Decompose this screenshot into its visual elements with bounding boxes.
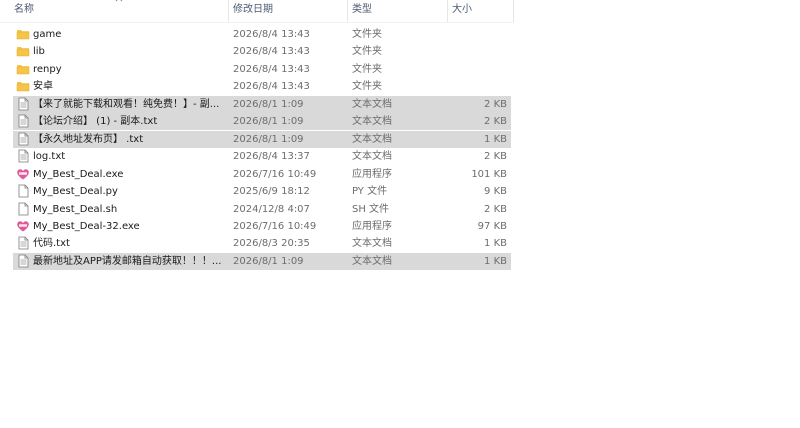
file-type: 文件夹 bbox=[352, 63, 382, 75]
text-file-icon bbox=[16, 236, 32, 252]
folder-icon bbox=[16, 44, 32, 60]
file-row[interactable]: My_Best_Deal.exe 2026/7/16 10:49 应用程序 101 K… bbox=[13, 166, 511, 183]
column-header-bar: 名称 修改日期 类型 大小 bbox=[0, 0, 514, 23]
text-file-icon bbox=[16, 254, 32, 270]
text-file-icon bbox=[16, 149, 32, 165]
file-row[interactable]: lib 2026/8/4 13:43 文件夹 bbox=[13, 43, 511, 60]
column-header-date[interactable]: 修改日期 bbox=[233, 0, 273, 22]
column-header-type[interactable]: 类型 bbox=[352, 0, 372, 22]
file-size bbox=[443, 61, 507, 78]
file-type: 文本文档 bbox=[352, 255, 392, 267]
column-header-name[interactable]: 名称 bbox=[14, 0, 34, 22]
blank-file-icon bbox=[16, 202, 32, 218]
text-file-icon bbox=[16, 132, 32, 148]
file-size: 1 KB bbox=[484, 255, 507, 267]
file-date: 2026/8/1 1:09 bbox=[233, 98, 304, 110]
text-file-icon bbox=[16, 114, 32, 130]
file-size: 101 KB bbox=[471, 168, 507, 180]
column-header-size[interactable]: 大小 bbox=[452, 0, 472, 22]
file-type: 应用程序 bbox=[352, 168, 392, 180]
file-type: PY 文件 bbox=[352, 186, 388, 198]
file-row[interactable]: 安卓 2026/8/4 13:43 文件夹 bbox=[13, 78, 511, 95]
folder-icon bbox=[16, 27, 32, 43]
file-date: 2026/7/16 10:49 bbox=[233, 220, 317, 232]
file-row[interactable]: 【永久地址发布页】 .txt 2026/8/1 1:09 文本文档 1 KB bbox=[13, 130, 511, 148]
file-name: lib bbox=[33, 46, 45, 58]
column-divider[interactable] bbox=[347, 0, 348, 22]
file-size: 2 KB bbox=[484, 203, 507, 215]
file-date: 2026/8/3 20:35 bbox=[233, 238, 310, 250]
file-date: 2026/8/4 13:43 bbox=[233, 46, 310, 58]
file-date: 2024/12/8 4:07 bbox=[233, 203, 310, 215]
column-divider[interactable] bbox=[228, 0, 229, 22]
file-date: 2026/7/16 10:49 bbox=[233, 168, 317, 180]
file-size bbox=[443, 43, 507, 60]
file-size: 97 KB bbox=[477, 220, 507, 232]
file-size: 2 KB bbox=[484, 98, 507, 110]
file-row[interactable]: My_Best_Deal.sh 2024/12/8 4:07 SH 文件 2 KB bbox=[13, 201, 511, 218]
file-row[interactable]: My_Best_Deal-32.exe 2026/7/16 10:49 应用程序 97… bbox=[13, 218, 511, 235]
file-size bbox=[443, 26, 507, 43]
file-name: My_Best_Deal.sh bbox=[33, 203, 118, 215]
file-size: 1 KB bbox=[484, 238, 507, 250]
column-divider[interactable] bbox=[447, 0, 448, 22]
file-type: 应用程序 bbox=[352, 220, 392, 232]
file-name: log.txt bbox=[33, 151, 66, 163]
file-row[interactable]: My_Best_Deal.py 2025/6/9 18:12 PY 文件 9 KB bbox=[13, 183, 511, 200]
file-row[interactable]: 代码.txt 2026/8/3 20:35 文本文档 1 KB bbox=[13, 235, 511, 252]
file-size: 1 KB bbox=[484, 133, 507, 145]
file-size bbox=[443, 78, 507, 95]
file-type: 文件夹 bbox=[352, 46, 382, 58]
file-type: 文本文档 bbox=[352, 238, 392, 250]
file-type: 文本文档 bbox=[352, 151, 392, 163]
file-date: 2026/8/4 13:43 bbox=[233, 29, 310, 40]
file-type: 文本文档 bbox=[352, 98, 392, 110]
file-type: 文件夹 bbox=[352, 29, 382, 40]
folder-icon bbox=[16, 79, 32, 95]
file-name: 代码.txt bbox=[33, 238, 70, 250]
file-row[interactable]: renpy 2026/8/4 13:43 文件夹 bbox=[13, 61, 511, 78]
file-row[interactable]: 【论坛介绍】 (1) - 副本.txt 2026/8/1 1:09 文本文档 2 KB bbox=[13, 113, 511, 131]
file-type: SH 文件 bbox=[352, 203, 390, 215]
file-date: 2026/8/4 13:43 bbox=[233, 81, 310, 93]
file-date: 2026/8/4 13:37 bbox=[233, 151, 310, 163]
blank-file-icon bbox=[16, 184, 32, 200]
sort-caret-icon bbox=[114, 0, 124, 4]
file-row[interactable]: game 2026/8/4 13:43 文件夹 bbox=[13, 26, 511, 43]
file-row[interactable]: log.txt 2026/8/4 13:37 文本文档 2 KB bbox=[13, 148, 511, 165]
heart-app-icon bbox=[16, 219, 32, 235]
heart-app-icon bbox=[16, 167, 32, 183]
file-size: 2 KB bbox=[484, 116, 507, 128]
file-date: 2026/8/1 1:09 bbox=[233, 116, 304, 128]
file-size: 2 KB bbox=[484, 151, 507, 163]
file-name: My_Best_Deal-32.exe bbox=[33, 220, 140, 232]
folder-icon bbox=[16, 62, 32, 78]
file-name: 【来了就能下载和观看！纯免费！】- 副... bbox=[33, 98, 220, 110]
file-size: 9 KB bbox=[484, 186, 507, 198]
text-file-icon bbox=[16, 97, 32, 113]
file-name: My_Best_Deal.exe bbox=[33, 168, 124, 180]
file-list-pane: 名称 修改日期 类型 大小 game 2026/8/4 13:43 文件夹 lib 20… bbox=[0, 0, 800, 428]
file-name: 【论坛介绍】 (1) - 副本.txt bbox=[33, 116, 158, 128]
file-name: 安卓 bbox=[33, 81, 53, 93]
file-date: 2026/8/1 1:09 bbox=[233, 133, 304, 145]
file-date: 2026/8/4 13:43 bbox=[233, 63, 310, 75]
file-name: 【永久地址发布页】 .txt bbox=[33, 133, 144, 145]
file-date: 2025/6/9 18:12 bbox=[233, 186, 310, 198]
file-type: 文件夹 bbox=[352, 81, 382, 93]
file-name: 最新地址及APP请发邮箱自动获取！！！... bbox=[33, 255, 222, 267]
file-row[interactable]: 最新地址及APP请发邮箱自动获取！！！... 2026/8/1 1:09 文本文档 1… bbox=[13, 252, 511, 270]
file-name: game bbox=[33, 29, 62, 40]
file-name: My_Best_Deal.py bbox=[33, 186, 118, 198]
file-name: renpy bbox=[33, 63, 62, 75]
file-row[interactable]: 【来了就能下载和观看！纯免费！】- 副... 2026/8/1 1:09 文本文档 2… bbox=[13, 95, 511, 113]
file-type: 文本文档 bbox=[352, 116, 392, 128]
column-divider[interactable] bbox=[513, 0, 514, 22]
file-type: 文本文档 bbox=[352, 133, 392, 145]
file-date: 2026/8/1 1:09 bbox=[233, 255, 304, 267]
